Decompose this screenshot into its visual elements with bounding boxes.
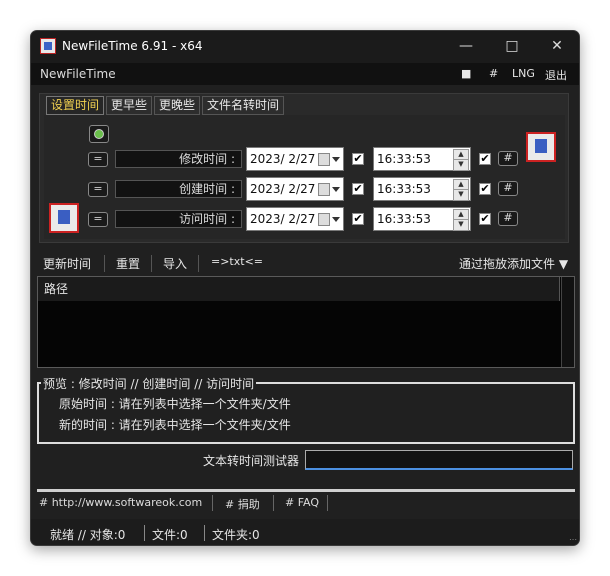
calendar-icon [318, 153, 330, 166]
import-button[interactable]: 导入 [163, 255, 187, 272]
title-bar[interactable]: NewFileTime 6.91 - x64 — □ ✕ [31, 31, 579, 63]
exit-menu-item[interactable]: 退出 [545, 67, 567, 83]
accessed-date-picker[interactable]: 2023/ 2/27 [246, 207, 344, 231]
donate-link[interactable]: # 捐助 [225, 496, 260, 512]
hash-menu-item[interactable]: # [489, 67, 498, 80]
tab-set-time[interactable]: 设置时间 [46, 96, 105, 115]
equal-button-accessed[interactable]: = [88, 212, 108, 227]
website-link[interactable]: # http://www.softwareok.com [39, 496, 202, 509]
status-ready: 就绪 // 对象:0 [50, 528, 126, 542]
square-menu-item[interactable]: ■ [461, 67, 471, 80]
status-separator [204, 525, 205, 541]
chevron-down-icon [332, 157, 340, 162]
created-time-value: 16:33:53 [377, 182, 431, 196]
spin-down-icon[interactable]: ▼ [453, 189, 469, 201]
status-folders: 文件夹:0 [212, 528, 260, 542]
column-header-path[interactable]: 路径 [38, 277, 560, 301]
created-time-input[interactable]: 16:33:53 ▲ ▼ [373, 177, 471, 201]
divider [37, 489, 575, 492]
modified-date-picker[interactable]: 2023/ 2/27 [246, 147, 344, 171]
original-time-text: 原始时间 : 请在列表中选择一个文件夹/文件 [59, 397, 291, 411]
created-time-label: 创建时间 : [115, 180, 242, 198]
text-to-time-tester-input[interactable] [305, 450, 573, 470]
list-scrollbar[interactable] [561, 277, 574, 367]
modified-time-input[interactable]: 16:33:53 ▲ ▼ [373, 147, 471, 171]
resize-grip-icon[interactable]: ⋯ [569, 535, 579, 545]
accessed-time-label: 访问时间 : [115, 210, 242, 228]
accessed-date-value: 2023/ 2/27 [250, 212, 316, 226]
menu-bar: NewFileTime ■ # LNG 退出 [31, 63, 579, 85]
app-logo-icon-left[interactable] [49, 203, 79, 233]
modified-time-checkbox[interactable]: ✔ [479, 153, 491, 165]
hash-button-created[interactable]: # [498, 181, 518, 196]
minimize-button[interactable]: — [443, 31, 489, 61]
spin-down-icon[interactable]: ▼ [453, 219, 469, 231]
preview-legend: 预览 : 修改时间 // 创建时间 // 访问时间 [41, 375, 257, 392]
link-separator [212, 495, 213, 511]
tab-later[interactable]: 更晚些 [154, 96, 201, 115]
close-button[interactable]: ✕ [534, 31, 579, 61]
tab-filename-to-time[interactable]: 文件名转时间 [202, 96, 285, 115]
created-date-picker[interactable]: 2023/ 2/27 [246, 177, 344, 201]
reset-button[interactable]: 重置 [116, 255, 140, 272]
toolbar-separator [151, 255, 152, 272]
modified-time-value: 16:33:53 [377, 152, 431, 166]
refresh-icon[interactable] [89, 125, 109, 143]
app-logo-icon-right[interactable] [526, 132, 556, 162]
calendar-icon [318, 183, 330, 196]
language-menu-item[interactable]: LNG [512, 67, 535, 80]
modified-date-checkbox[interactable]: ✔ [352, 153, 364, 165]
maximize-button[interactable]: □ [489, 31, 535, 61]
update-time-button[interactable]: 更新时间 [43, 255, 91, 272]
modified-time-label: 修改时间 : [115, 150, 242, 168]
to-txt-button[interactable]: =>txt<= [211, 255, 263, 268]
status-files: 文件:0 [152, 528, 188, 542]
created-time-checkbox[interactable]: ✔ [479, 183, 491, 195]
text-to-time-tester-label: 文本转时间测试器 [203, 454, 300, 468]
window-title: NewFileTime 6.91 - x64 [62, 39, 203, 53]
add-by-drag-dropdown[interactable]: 通过拖放添加文件 ▼ [459, 255, 568, 272]
accessed-date-checkbox[interactable]: ✔ [352, 213, 364, 225]
chevron-down-icon [332, 187, 340, 192]
modified-date-value: 2023/ 2/27 [250, 152, 316, 166]
app-label: NewFileTime [40, 67, 116, 81]
created-date-value: 2023/ 2/27 [250, 182, 316, 196]
toolbar-separator [198, 255, 199, 272]
created-date-checkbox[interactable]: ✔ [352, 183, 364, 195]
calendar-icon [318, 213, 330, 226]
tab-earlier[interactable]: 更早些 [106, 96, 153, 115]
chevron-down-icon [332, 217, 340, 222]
faq-link[interactable]: # FAQ [285, 496, 319, 509]
link-separator [327, 495, 328, 511]
link-separator [273, 495, 274, 511]
spin-down-icon[interactable]: ▼ [453, 159, 469, 171]
status-separator [144, 525, 145, 541]
hash-button-modified[interactable]: # [498, 151, 518, 166]
app-window: NewFileTime 6.91 - x64 — □ ✕ NewFileTime… [30, 30, 580, 546]
toolbar-separator [104, 255, 105, 272]
accessed-time-value: 16:33:53 [377, 212, 431, 226]
equal-button-modified[interactable]: = [88, 152, 108, 167]
file-list[interactable]: 路径 [37, 276, 575, 368]
accessed-time-checkbox[interactable]: ✔ [479, 213, 491, 225]
app-icon [40, 38, 56, 54]
accessed-time-input[interactable]: 16:33:53 ▲ ▼ [373, 207, 471, 231]
equal-button-created[interactable]: = [88, 182, 108, 197]
new-time-text: 新的时间 : 请在列表中选择一个文件夹/文件 [59, 418, 291, 432]
hash-button-accessed[interactable]: # [498, 211, 518, 226]
